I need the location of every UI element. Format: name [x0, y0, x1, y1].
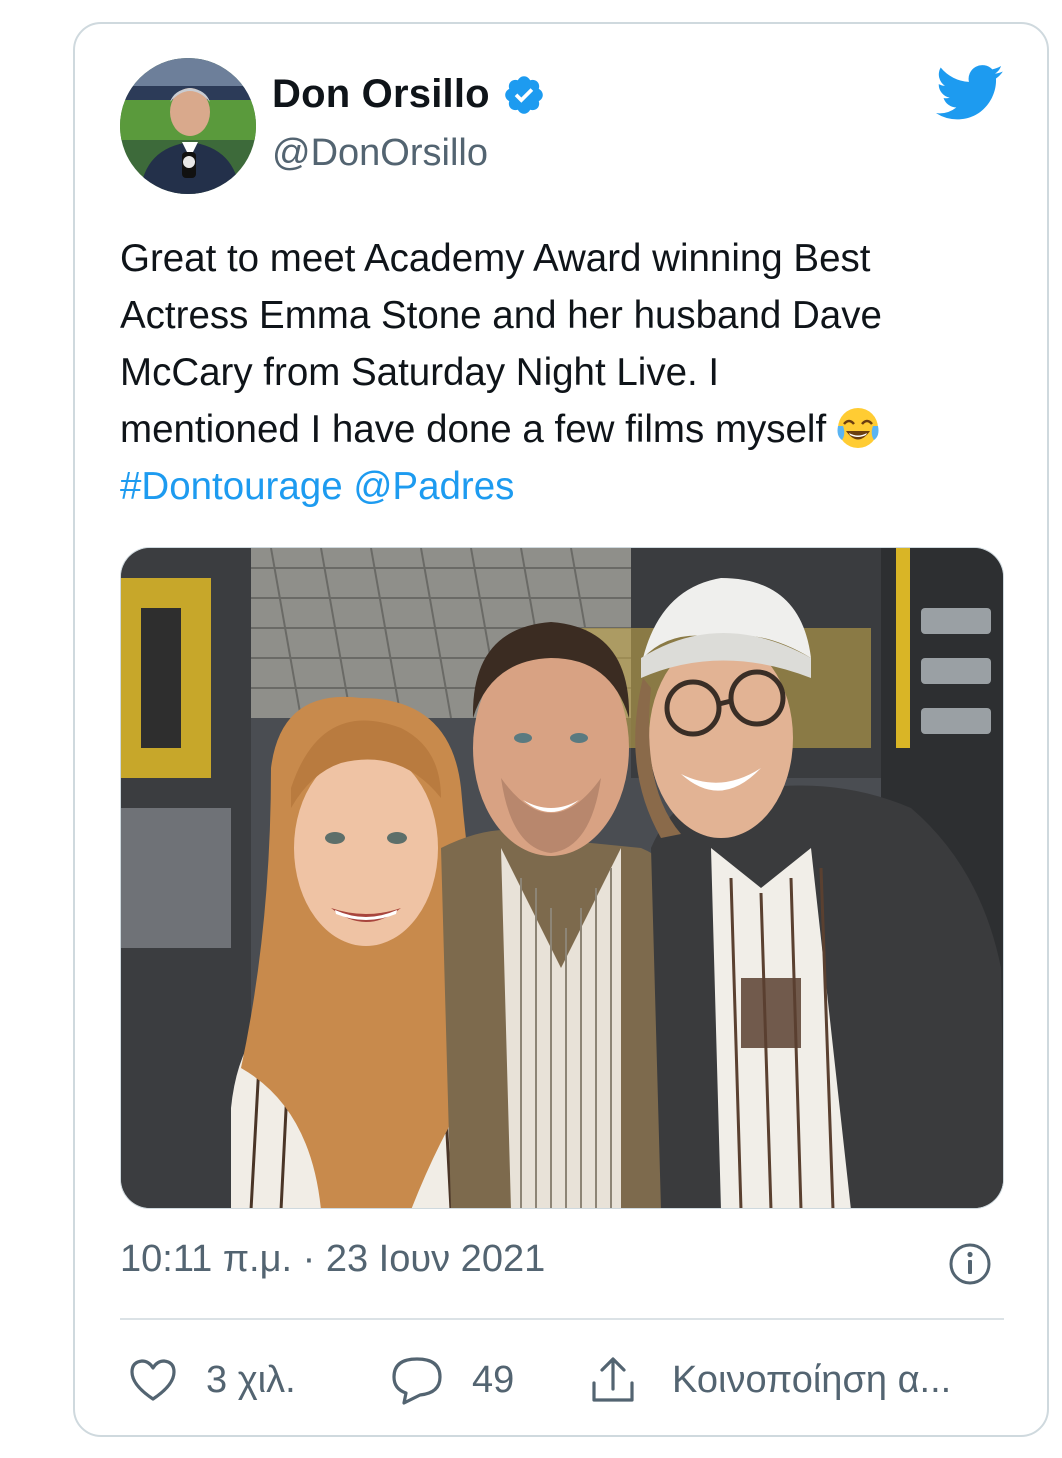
avatar-photo [120, 58, 256, 194]
tweet-photo-image [121, 548, 1003, 1208]
verified-badge-icon [502, 73, 546, 117]
tweet-photo[interactable] [120, 547, 1004, 1209]
actions-divider [120, 1318, 1004, 1320]
tweet-text-line-with-emoji: mentioned I have done a few films myself… [120, 401, 1000, 458]
share-label: Κοινοποίηση α... [672, 1358, 952, 1401]
reply-button[interactable]: 49 [390, 1350, 514, 1410]
share-button[interactable]: Κοινοποίηση α... [588, 1350, 951, 1410]
tweet-text-line: McCary from Saturday Night Live. I [120, 351, 720, 394]
twitter-bird-icon[interactable] [936, 64, 1004, 122]
author-avatar[interactable] [120, 58, 256, 194]
tweet-timestamp[interactable]: 10:11 π.μ. · 23 Ιουν 2021 [120, 1238, 545, 1281]
heart-icon [128, 1357, 178, 1403]
info-icon[interactable] [948, 1242, 992, 1286]
tweet-text-line: Great to meet Academy Award winning Best [120, 237, 871, 280]
tweet-text-line: mentioned I have done a few films myself [120, 408, 827, 451]
hashtag-link[interactable]: #Dontourage [120, 465, 343, 508]
reply-bubble-icon [390, 1355, 444, 1405]
tweet-text-line: Actress Emma Stone and her husband Dave [120, 294, 882, 337]
like-button[interactable]: 3 χιλ. [128, 1350, 296, 1410]
tweet-actions-bar: 3 χιλ. 49 Κοινοποίηση α... [120, 1350, 1004, 1410]
reply-count: 49 [472, 1358, 515, 1401]
like-count: 3 χιλ. [206, 1358, 296, 1401]
tears-of-joy-emoji-icon: 😂 [834, 404, 882, 452]
tweet-tags-line: #Dontourage @Padres [120, 458, 1000, 515]
tweet-text: Great to meet Academy Award winning Best… [120, 230, 1000, 515]
author-handle[interactable]: @DonOrsillo [272, 132, 488, 175]
author-display-name[interactable]: Don Orsillo [272, 72, 490, 117]
mention-link[interactable]: @Padres [353, 465, 514, 508]
author-name-row[interactable]: Don Orsillo [272, 72, 546, 117]
share-icon [588, 1355, 638, 1405]
